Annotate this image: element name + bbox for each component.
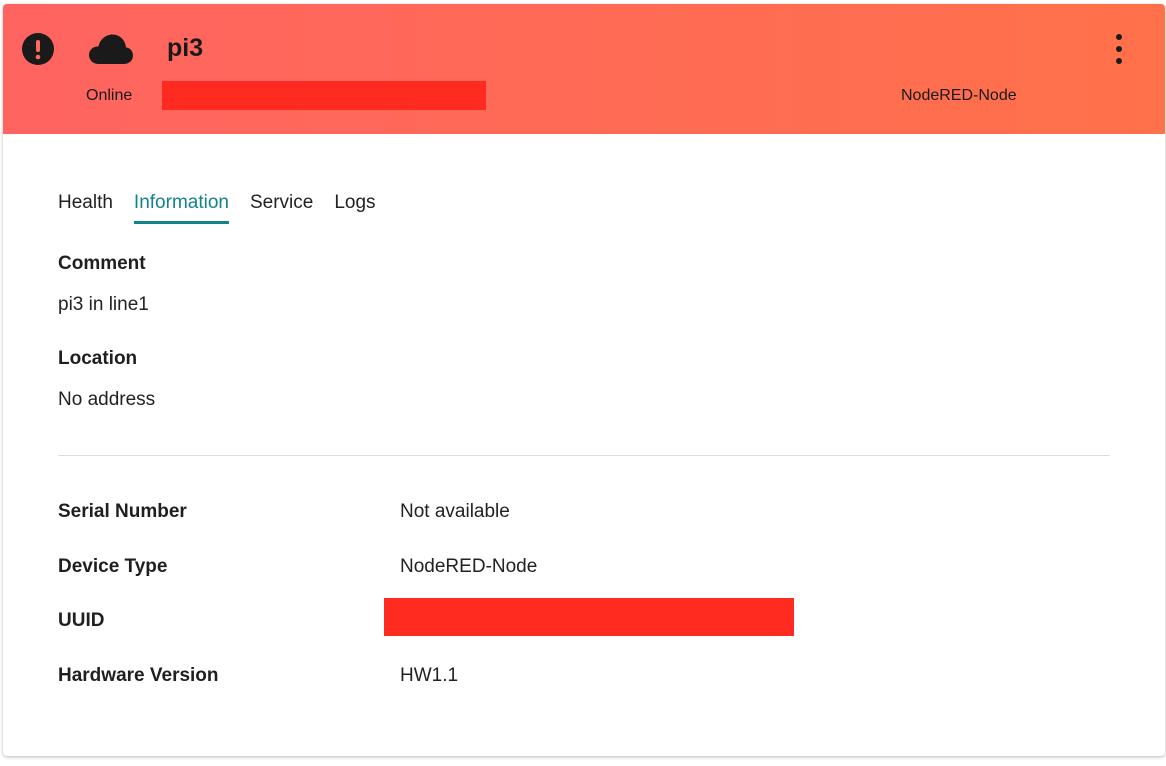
- kebab-menu-icon[interactable]: [1109, 32, 1129, 66]
- device-type-value: NodeRED-Node: [400, 556, 538, 577]
- online-status: Online: [86, 87, 133, 104]
- menu-dot: [1116, 58, 1122, 64]
- serial-number-label: Serial Number: [58, 501, 187, 522]
- tab-logs[interactable]: Logs: [334, 190, 375, 224]
- device-card: pi3 Online NodeRED-Node Health Informati…: [3, 4, 1165, 756]
- device-type-header: NodeRED-Node: [901, 87, 1017, 104]
- device-header: pi3 Online NodeRED-Node: [3, 4, 1165, 134]
- tab-health[interactable]: Health: [58, 190, 113, 224]
- uuid-label: UUID: [58, 610, 105, 631]
- section-divider: [58, 455, 1110, 456]
- hardware-version-value: HW1.1: [400, 665, 459, 686]
- menu-dot: [1116, 46, 1122, 52]
- uuid-redacted-value: [384, 598, 794, 636]
- alert-circle-icon: [22, 33, 54, 65]
- device-title: pi3: [167, 34, 204, 62]
- tab-service[interactable]: Service: [250, 190, 313, 224]
- cloud-icon: [89, 34, 133, 64]
- device-type-label: Device Type: [58, 556, 168, 577]
- location-label: Location: [58, 348, 138, 369]
- redacted-block: [162, 81, 486, 110]
- menu-dot: [1116, 34, 1122, 40]
- tab-bar: Health Information Service Logs: [58, 190, 376, 224]
- tab-information[interactable]: Information: [133, 190, 229, 224]
- comment-label: Comment: [58, 253, 146, 274]
- hardware-version-label: Hardware Version: [58, 665, 219, 686]
- location-value: No address: [58, 389, 156, 410]
- serial-number-value: Not available: [400, 501, 510, 522]
- comment-value: pi3 in line1: [58, 294, 149, 315]
